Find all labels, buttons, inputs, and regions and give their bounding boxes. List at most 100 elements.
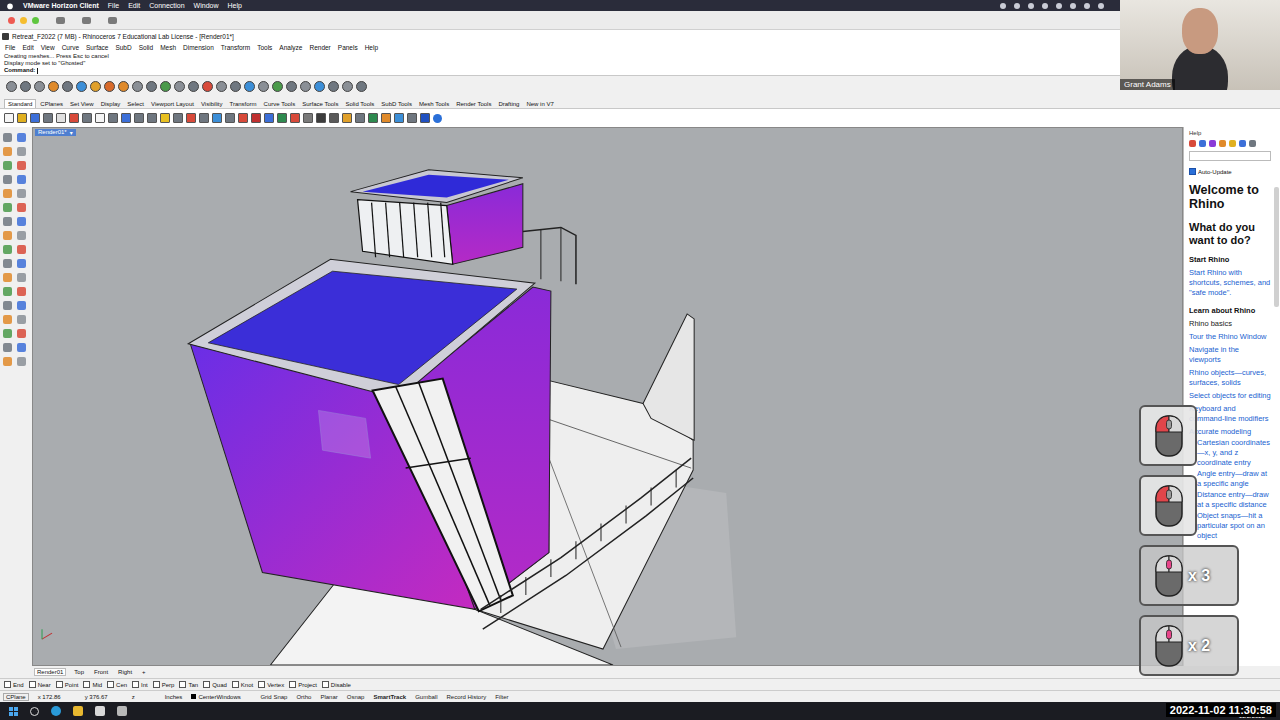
- tool-icon[interactable]: [3, 343, 12, 352]
- menu-item[interactable]: Transform: [221, 44, 250, 51]
- checkbox-icon[interactable]: [179, 681, 186, 688]
- toolbar-tab[interactable]: Surface Tools: [299, 100, 341, 108]
- tool-icon[interactable]: [303, 113, 313, 123]
- toolbar-tab[interactable]: New in V7: [523, 100, 556, 108]
- tool-icon[interactable]: [56, 113, 66, 123]
- tool-icon[interactable]: [62, 81, 73, 92]
- toolbar-tab[interactable]: Standard: [4, 99, 36, 108]
- checkbox-icon[interactable]: [322, 681, 329, 688]
- osnap-checkbox[interactable]: Tan: [179, 681, 198, 688]
- tool-icon[interactable]: [147, 113, 157, 123]
- tool-icon[interactable]: [121, 113, 131, 123]
- menu-item[interactable]: Panels: [338, 44, 358, 51]
- tool-icon[interactable]: [3, 245, 12, 254]
- toolbar-tab[interactable]: Viewport Layout: [148, 100, 197, 108]
- tool-icon[interactable]: [394, 113, 404, 123]
- help-link[interactable]: Accurate modeling: [1189, 427, 1271, 437]
- tool-icon[interactable]: [160, 113, 170, 123]
- tool-icon[interactable]: [3, 133, 12, 142]
- status-toggle[interactable]: Gumball: [415, 694, 437, 700]
- osnap-checkbox[interactable]: Quad: [203, 681, 227, 688]
- tool-icon[interactable]: [202, 81, 213, 92]
- tool-icon[interactable]: [17, 189, 26, 198]
- tool-icon[interactable]: [6, 81, 17, 92]
- help-search-field[interactable]: [1189, 151, 1271, 161]
- status-toggle[interactable]: Filter: [495, 694, 508, 700]
- checkbox-icon[interactable]: [289, 681, 296, 688]
- tool-icon[interactable]: [17, 315, 26, 324]
- tool-icon[interactable]: [244, 81, 255, 92]
- status-icon[interactable]: [1042, 3, 1048, 9]
- tool-icon[interactable]: [118, 81, 129, 92]
- osnap-checkbox[interactable]: Int: [132, 681, 148, 688]
- tool-icon[interactable]: [3, 189, 12, 198]
- auto-update-checkbox[interactable]: Auto-Update: [1189, 168, 1271, 175]
- help-link[interactable]: Object snaps—hit a particular spot on an…: [1189, 511, 1271, 541]
- panel-tool-icon[interactable]: [1199, 140, 1206, 147]
- help-icon[interactable]: [433, 114, 442, 123]
- command-line[interactable]: Command:: [4, 67, 1276, 74]
- tool-icon[interactable]: [17, 259, 26, 268]
- osnap-checkbox[interactable]: End: [4, 681, 24, 688]
- viewport-menu-arrow[interactable]: ▾: [70, 129, 73, 136]
- panel-tool-icon[interactable]: [1209, 140, 1216, 147]
- tool-icon[interactable]: [17, 161, 26, 170]
- host-menu-item[interactable]: Edit: [128, 2, 140, 9]
- tool-icon[interactable]: [188, 81, 199, 92]
- tool-icon[interactable]: [90, 81, 101, 92]
- tool-icon[interactable]: [328, 81, 339, 92]
- help-link[interactable]: Tour the Rhino Window: [1189, 332, 1271, 342]
- tool-icon[interactable]: [34, 81, 45, 92]
- tool-icon[interactable]: [48, 81, 59, 92]
- rhino-icon[interactable]: [117, 706, 127, 716]
- toolbar-tab[interactable]: Visibility: [198, 100, 226, 108]
- viewport-tab[interactable]: Front: [92, 669, 110, 675]
- osnap-checkbox[interactable]: Disable: [322, 681, 351, 688]
- menu-item[interactable]: File: [5, 44, 15, 51]
- tool-icon[interactable]: [355, 113, 365, 123]
- close-icon[interactable]: [8, 17, 15, 24]
- tool-icon[interactable]: [216, 81, 227, 92]
- status-toggle[interactable]: Grid Snap: [260, 694, 287, 700]
- tool-icon[interactable]: [329, 113, 339, 123]
- rhino-icon[interactable]: [95, 706, 105, 716]
- tool-icon[interactable]: [290, 113, 300, 123]
- search-icon[interactable]: [30, 707, 39, 716]
- checkbox-icon[interactable]: [4, 681, 11, 688]
- tool-icon[interactable]: [3, 287, 12, 296]
- osnap-checkbox[interactable]: Perp: [153, 681, 175, 688]
- viewport-tab[interactable]: +: [140, 669, 148, 675]
- tool-icon[interactable]: [300, 81, 311, 92]
- viewport-tab[interactable]: Top: [72, 669, 86, 675]
- status-toggle[interactable]: Ortho: [296, 694, 311, 700]
- tool-icon[interactable]: [17, 113, 27, 123]
- tool-icon[interactable]: [30, 113, 40, 123]
- toolbar-tab[interactable]: SubD Tools: [378, 100, 415, 108]
- folder-icon[interactable]: [73, 706, 83, 716]
- status-toggle[interactable]: Osnap: [347, 694, 365, 700]
- panel-tool-icon[interactable]: [1229, 140, 1236, 147]
- menu-item[interactable]: Dimension: [183, 44, 214, 51]
- help-link[interactable]: Cartesian coordinates—x, y, and z coordi…: [1189, 438, 1271, 468]
- menu-item[interactable]: Tools: [257, 44, 272, 51]
- osnap-checkbox[interactable]: Knot: [232, 681, 253, 688]
- status-icon[interactable]: [1098, 3, 1104, 9]
- tool-icon[interactable]: [3, 175, 12, 184]
- menu-item[interactable]: Edit: [22, 44, 33, 51]
- tool-icon[interactable]: [17, 357, 26, 366]
- status-icon[interactable]: [1084, 3, 1090, 9]
- menu-item[interactable]: Mesh: [160, 44, 176, 51]
- checkbox-icon[interactable]: [132, 681, 139, 688]
- toolbar-tab[interactable]: CPlanes: [37, 100, 66, 108]
- tool-icon[interactable]: [134, 113, 144, 123]
- checkbox-icon[interactable]: [1189, 168, 1196, 175]
- tool-icon[interactable]: [286, 81, 297, 92]
- menu-item[interactable]: View: [41, 44, 55, 51]
- checkbox-icon[interactable]: [153, 681, 160, 688]
- help-link[interactable]: Rhino objects—curves, surfaces, solids: [1189, 368, 1271, 388]
- toolbar-tab[interactable]: Transform: [226, 100, 259, 108]
- tool-icon[interactable]: [76, 81, 87, 92]
- tool-icon[interactable]: [258, 81, 269, 92]
- menu-item[interactable]: Render: [309, 44, 330, 51]
- status-icon[interactable]: [1028, 3, 1034, 9]
